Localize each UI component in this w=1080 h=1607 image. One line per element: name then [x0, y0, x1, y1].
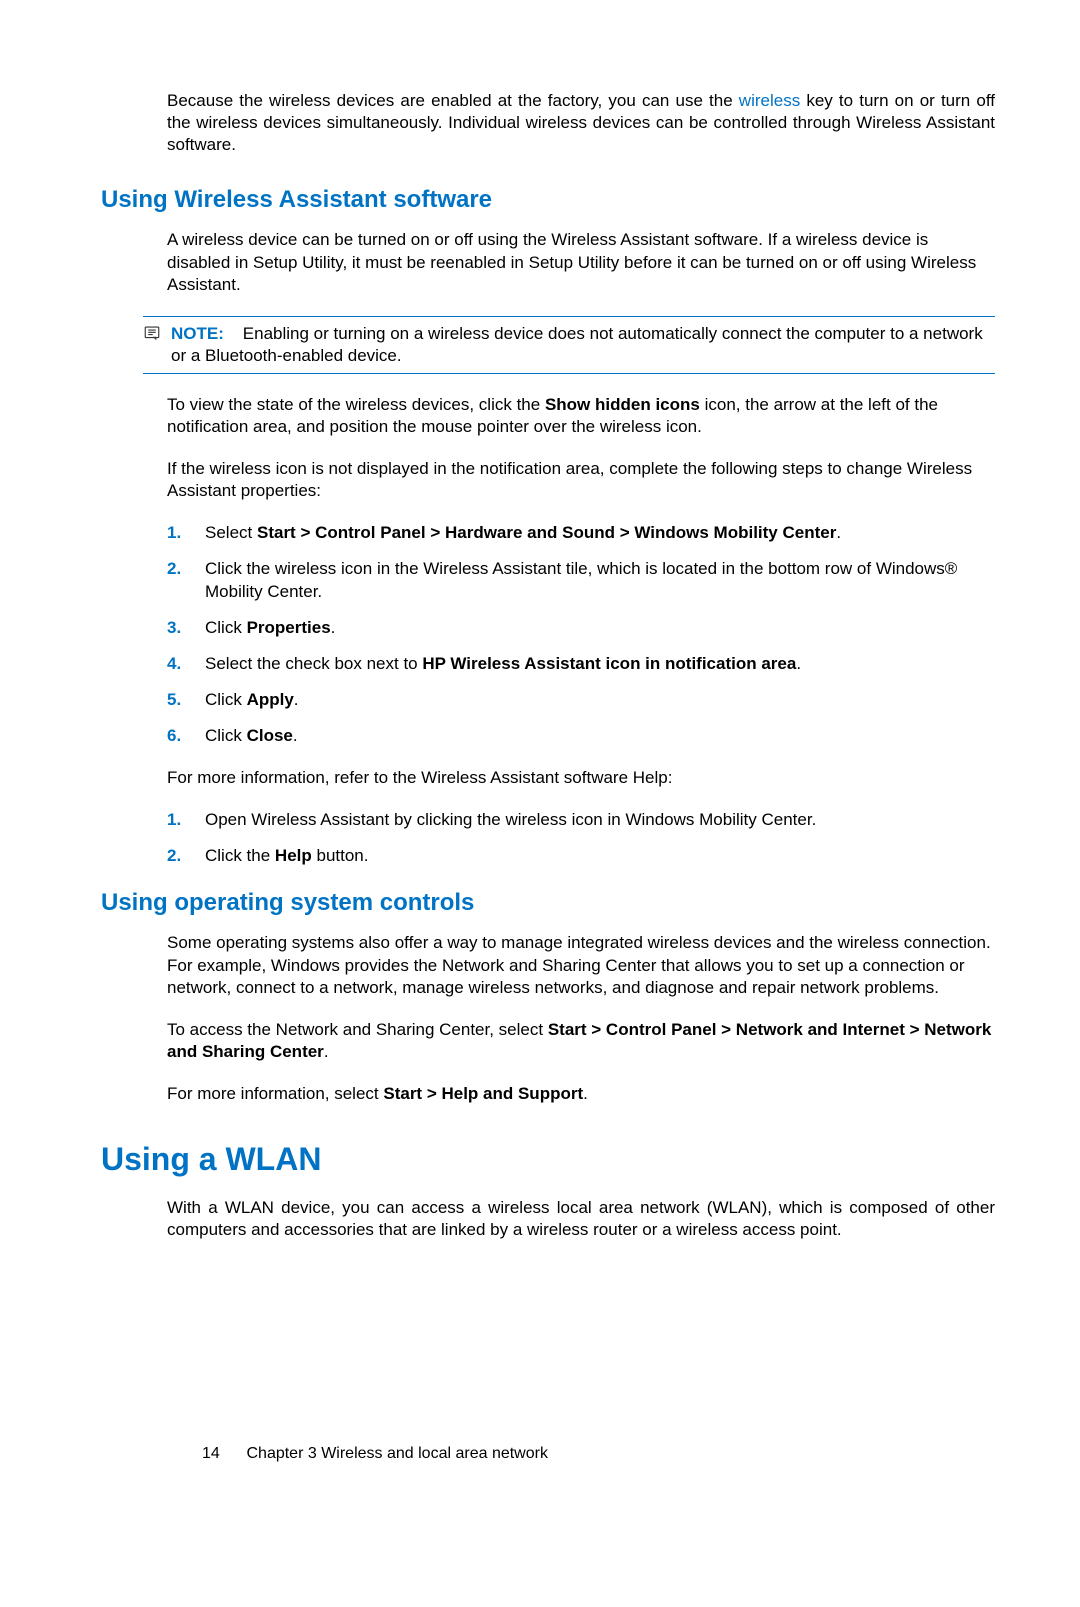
- list-item: Click Close.: [167, 725, 995, 747]
- li6-post: .: [293, 726, 298, 745]
- list-item: Click Apply.: [167, 689, 995, 711]
- li3-post: .: [331, 618, 336, 637]
- l2-i2-pre: Click the: [205, 846, 275, 865]
- heading-wireless-assistant: Using Wireless Assistant software: [101, 184, 995, 215]
- li4-post: .: [796, 654, 801, 673]
- os-paragraph-2: To access the Network and Sharing Center…: [167, 1019, 995, 1063]
- steps-list-1: Select Start > Control Panel > Hardware …: [167, 522, 995, 747]
- note-text: NOTE: Enabling or turning on a wireless …: [171, 323, 995, 367]
- li1-post: .: [836, 523, 841, 542]
- li3-bold: Properties: [247, 618, 331, 637]
- wa-p2-bold: Show hidden icons: [545, 395, 700, 414]
- os-p2-post: .: [324, 1042, 329, 1061]
- l2-i1: Open Wireless Assistant by clicking the …: [205, 810, 816, 829]
- list-item: Click the Help button.: [167, 845, 995, 867]
- l2-i2-bold: Help: [275, 846, 312, 865]
- li5-bold: Apply: [247, 690, 294, 709]
- heading-using-wlan: Using a WLAN: [101, 1139, 995, 1181]
- heading-os-controls: Using operating system controls: [101, 887, 995, 918]
- intro-paragraph: Because the wireless devices are enabled…: [167, 90, 995, 156]
- os-p3-bold: Start > Help and Support: [383, 1084, 583, 1103]
- note-label: NOTE:: [171, 324, 224, 343]
- li5-post: .: [294, 690, 299, 709]
- page-footer: 14 Chapter 3 Wireless and local area net…: [202, 1444, 548, 1465]
- wlan-paragraph-1: With a WLAN device, you can access a wir…: [167, 1197, 995, 1241]
- wa-paragraph-1: A wireless device can be turned on or of…: [167, 229, 995, 295]
- list-item: Click the wireless icon in the Wireless …: [167, 558, 995, 602]
- note-block: NOTE: Enabling or turning on a wireless …: [143, 316, 995, 374]
- wa-paragraph-2: To view the state of the wireless device…: [167, 394, 995, 438]
- note-icon: [143, 324, 165, 348]
- os-paragraph-1: Some operating systems also offer a way …: [167, 932, 995, 998]
- li4-pre: Select the check box next to: [205, 654, 422, 673]
- list-item: Select Start > Control Panel > Hardware …: [167, 522, 995, 544]
- li1-bold: Start > Control Panel > Hardware and Sou…: [257, 523, 836, 542]
- page-number: 14: [202, 1445, 220, 1462]
- list-item: Select the check box next to HP Wireless…: [167, 653, 995, 675]
- wireless-link-text: wireless: [739, 91, 800, 110]
- li6-bold: Close: [247, 726, 293, 745]
- os-p2-pre: To access the Network and Sharing Center…: [167, 1020, 548, 1039]
- wa-paragraph-4: For more information, refer to the Wirel…: [167, 767, 995, 789]
- li1-pre: Select: [205, 523, 257, 542]
- wa-p2-pre: To view the state of the wireless device…: [167, 395, 545, 414]
- list-item: Click Properties.: [167, 617, 995, 639]
- chapter-label: Chapter 3 Wireless and local area networ…: [246, 1445, 547, 1462]
- note-body: Enabling or turning on a wireless device…: [171, 324, 983, 365]
- os-p3-post: .: [583, 1084, 588, 1103]
- li6-pre: Click: [205, 726, 247, 745]
- steps-list-2: Open Wireless Assistant by clicking the …: [167, 809, 995, 867]
- os-paragraph-3: For more information, select Start > Hel…: [167, 1083, 995, 1105]
- li4-bold: HP Wireless Assistant icon in notificati…: [422, 654, 796, 673]
- li3-pre: Click: [205, 618, 247, 637]
- intro-prefix: Because the wireless devices are enabled…: [167, 91, 739, 110]
- li5-pre: Click: [205, 690, 247, 709]
- l2-i2-post: button.: [312, 846, 369, 865]
- os-p3-pre: For more information, select: [167, 1084, 383, 1103]
- wa-paragraph-3: If the wireless icon is not displayed in…: [167, 458, 995, 502]
- li2-text: Click the wireless icon in the Wireless …: [205, 559, 957, 600]
- list-item: Open Wireless Assistant by clicking the …: [167, 809, 995, 831]
